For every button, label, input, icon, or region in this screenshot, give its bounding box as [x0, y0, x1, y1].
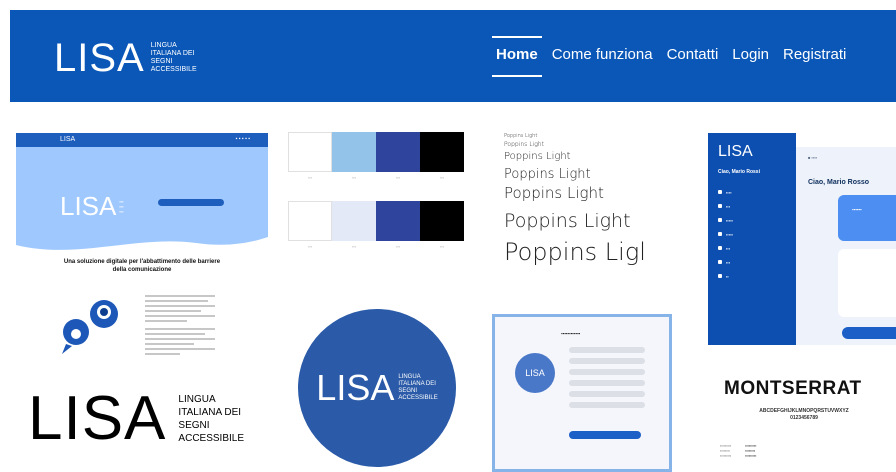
- mockup-sidebar-logo: LISA: [718, 143, 753, 160]
- lisa-black-logo: LISA LINGUA ITALIANA DEI SEGNI ACCESSIBI…: [28, 388, 244, 450]
- register-mockup-logo: LISA: [515, 353, 555, 393]
- montserrat-title: MONTSERRAT: [724, 378, 862, 399]
- mockup-action-button: [842, 327, 896, 339]
- nav-come-funziona[interactable]: Come funziona: [552, 46, 653, 67]
- swatch: [376, 132, 420, 172]
- main-nav: Home Come funziona Contatti Login Regist…: [492, 36, 846, 77]
- swatch: [288, 132, 332, 172]
- big-logo-sub-line: LINGUA: [178, 394, 216, 405]
- circle-logo-sub-line: LINGUA: [398, 374, 421, 380]
- lisa-circle-logo: LISA LINGUA ITALIANA DEI SEGNI ACCESSIBI…: [298, 309, 456, 467]
- poppins-sample: Poppins Light: [504, 141, 544, 148]
- mockup-topbar: [796, 133, 896, 147]
- palette-2-captions: ▫▫▫ ▫▫▫ ▫▫▫ ▫▫▫: [307, 244, 445, 249]
- landing-tagline: Una soluzione digitale per l'abbattiment…: [63, 259, 221, 273]
- mockup-breadcrumb: ■ ▪▪▪▪: [808, 155, 818, 160]
- montserrat-specimen: MONTSERRAT ABCDEFGHIJKLMNOPQRSTUVWXYZ 01…: [712, 374, 896, 472]
- mockup-page-title: Ciao, Mario Rosso: [808, 179, 870, 186]
- swatch: [332, 132, 376, 172]
- montserrat-letters: ABCDEFGHIJKLMNOPQRSTUVWXYZ: [759, 408, 849, 414]
- register-mockup-image: ▪▪▪▪▪▪▪▪▪▪▪▪ LISA: [492, 314, 672, 472]
- logo-sub-line: SEGNI: [150, 58, 173, 65]
- poppins-sample: Poppins Ligl: [504, 238, 646, 266]
- mockup-logo: LISA: [60, 136, 76, 143]
- mockup-greeting: Ciao, Mario Rossi: [718, 169, 760, 175]
- big-logo-sub-line: SEGNI: [178, 420, 210, 431]
- mockup-wave: [16, 237, 268, 255]
- mockup-illustration-card: [838, 249, 896, 317]
- poppins-sample: Poppins Light: [504, 184, 604, 202]
- landing-mockup-image: LISA ▪ ▪ ▪ ▪ ▪ LISA ▪▪▪ ▪▪▪ ▪▪▪: [16, 133, 268, 255]
- site-header: LISA LINGUA ITALIANA DEI SEGNI ACCESSIBI…: [10, 10, 896, 102]
- montserrat-weights: ▪▪▪▪▪▪▪▪▪ ▪▪▪▪▪▪▪▪ ▪▪▪▪▪▪▪▪▪ ▪▪▪▪▪▪▪▪▪ ▪▪▪▪…: [720, 444, 757, 458]
- speech-bubbles-illustration: [62, 300, 118, 354]
- register-mockup-fields: [569, 347, 645, 413]
- swatch: [288, 201, 332, 241]
- register-mockup-title: ▪▪▪▪▪▪▪▪▪▪▪▪: [561, 331, 581, 336]
- mockup-cta-button: [158, 199, 224, 206]
- dashboard-mockup-image: LISA Ciao, Mario Rossi ▪▪▪▪ ▪▪▪ ▪▪▪▪▪ ▪▪▪▪▪…: [708, 133, 896, 345]
- poppins-sample: Poppins Light: [504, 133, 538, 139]
- logo-wordmark: LISA: [54, 36, 145, 80]
- register-mockup-button: [569, 431, 641, 439]
- mockup-hero-logo: LISA ▪▪▪ ▪▪▪ ▪▪▪: [60, 191, 124, 222]
- logo-subtitle: LINGUA ITALIANA DEI SEGNI ACCESSIBILE: [151, 42, 197, 74]
- mockup-nav-links: ▪ ▪ ▪ ▪ ▪: [235, 136, 250, 142]
- circle-logo-subtitle: LINGUA ITALIANA DEI SEGNI ACCESSIBILE: [398, 374, 437, 402]
- swatch: [420, 132, 464, 172]
- circle-logo-sub-line: SEGNI: [398, 388, 418, 394]
- mockup-hero-word: LISA: [60, 191, 117, 221]
- color-palette-1: [288, 132, 464, 172]
- swatch: [332, 201, 376, 241]
- mockup-sidebar-menu: ▪▪▪▪ ▪▪▪ ▪▪▪▪▪ ▪▪▪▪▪ ▪▪▪ ▪▪▪ ▪▪: [718, 185, 733, 283]
- nav-registrati[interactable]: Registrati: [783, 46, 846, 67]
- big-logo-sub-line: ITALIANA DEI: [178, 407, 242, 418]
- montserrat-digits: 0123456789: [790, 415, 818, 421]
- logo-sub-line: ITALIANA DEI: [150, 50, 195, 57]
- circle-logo-sub-line: ITALIANA DEI: [398, 381, 436, 387]
- poppins-sample: Poppins Light: [504, 151, 571, 162]
- circle-logo-sub-line: ACCESSIBILE: [398, 395, 438, 401]
- nav-home[interactable]: Home: [492, 36, 542, 77]
- montserrat-alphabet: ABCDEFGHIJKLMNOPQRSTUVWXYZ 0123456789: [716, 408, 892, 422]
- logo-sub-line: ACCESSIBILE: [150, 66, 197, 73]
- poppins-sample: Poppins Light: [504, 210, 631, 232]
- palette-1-captions: ▫▫▫ ▫▫▫ ▫▫▫ ▫▫▫: [307, 175, 445, 180]
- big-logo-sub-line: ACCESSIBILE: [178, 433, 245, 444]
- mockup-navbar: LISA: [16, 133, 268, 147]
- swatch: [376, 201, 420, 241]
- color-palette-2: [288, 201, 464, 241]
- mockup-info-card: ▪▪▪▪▪▪: [838, 195, 896, 241]
- big-logo-word: LISA: [28, 384, 167, 453]
- mockup-sidebar: LISA Ciao, Mario Rossi ▪▪▪▪ ▪▪▪ ▪▪▪▪▪ ▪▪▪▪▪…: [708, 133, 796, 345]
- swatch: [420, 201, 464, 241]
- landing-body-text: [145, 295, 215, 358]
- site-logo[interactable]: LISA LINGUA ITALIANA DEI SEGNI ACCESSIBI…: [54, 38, 197, 78]
- logo-sub-line: LINGUA: [150, 42, 177, 49]
- nav-login[interactable]: Login: [732, 46, 769, 67]
- circle-logo-word: LISA: [316, 367, 395, 408]
- mockup-hero-sub: ▪▪▪ ▪▪▪ ▪▪▪: [119, 199, 124, 214]
- big-logo-subtitle: LINGUA ITALIANA DEI SEGNI ACCESSIBILE: [178, 393, 244, 445]
- poppins-sample: Poppins Light: [504, 167, 591, 182]
- nav-contatti[interactable]: Contatti: [667, 46, 719, 67]
